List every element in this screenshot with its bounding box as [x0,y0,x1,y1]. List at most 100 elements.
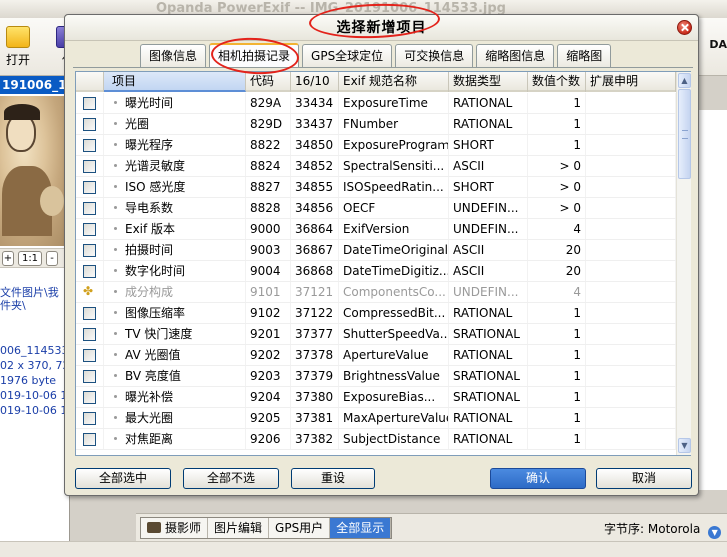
bullet-icon [114,122,117,125]
bullet-icon [114,269,117,272]
table-row[interactable]: Exif 版本 9000 36864 ExifVersion UNDEFIN... 4 [76,219,676,240]
tab-exchangeable-info[interactable]: 可交换信息 [395,44,474,68]
table-row[interactable]: 对焦距离 9206 37382 SubjectDistance RATIONAL 1 [76,429,676,450]
zoom-out-button[interactable]: - [46,251,58,266]
row-checkbox[interactable] [76,156,104,176]
ok-button[interactable]: 确认 [490,468,586,489]
table-row[interactable]: 图像压缩率 9102 37122 CompressedBit... RATIONAL 1 [76,303,676,324]
extension-cell [586,387,676,407]
table-row[interactable]: AV 光圈值 9202 37378 ApertureValue RATIONAL 1 [76,345,676,366]
row-checkbox[interactable] [76,345,104,365]
select-all-button[interactable]: 全部选中 [75,468,171,489]
scroll-down-icon[interactable]: ▼ [678,438,691,453]
table-row[interactable]: ISO 感光度 8827 34855 ISOSpeedRatin... SHORT > 0 [76,177,676,198]
table-row[interactable]: 光圈 829D 33437 FNumber RATIONAL 1 [76,114,676,135]
table-row[interactable]: 数字化时间 9004 36868 DateTimeDigitiz... ASCII 20 [76,261,676,282]
row-checkbox[interactable] [76,114,104,134]
byte-order-select[interactable]: 字节序: Motorola ▼ [604,520,722,539]
column-header-extension[interactable]: 扩展申明 [586,72,676,92]
checkbox[interactable] [83,265,96,278]
reset-button[interactable]: 重设 [291,468,375,489]
checkbox[interactable] [83,202,96,215]
image-thumbnail[interactable] [0,96,68,246]
code-cell: 9000 [246,219,291,239]
tab-thumbnail[interactable]: 缩略图 [557,44,612,68]
decimal-cell: 33434 [291,93,339,113]
checkbox[interactable] [83,328,96,341]
table-row[interactable]: 曝光补偿 9204 37380 ExposureBias... SRATIONAL 1 [76,387,676,408]
checkbox[interactable] [83,223,96,236]
item-name-cell: 数字化时间 [104,261,246,281]
scroll-thumb[interactable] [678,89,691,179]
file-size: 1976 byte [0,374,57,387]
checkbox[interactable] [83,139,96,152]
close-icon[interactable] [677,20,692,35]
checkbox[interactable] [83,118,96,131]
checkbox[interactable] [83,349,96,362]
zoom-ratio-button[interactable]: 1:1 [18,251,42,266]
item-name-text: Exif 版本 [125,222,176,236]
row-checkbox[interactable] [76,303,104,323]
data-type-cell: RATIONAL [449,345,528,365]
row-checkbox[interactable] [76,429,104,449]
row-checkbox[interactable] [76,324,104,344]
vertical-scrollbar[interactable]: ▲ ▼ [676,72,691,455]
bottom-tab-gps-user[interactable]: GPS用户 [269,518,331,538]
byte-order-value: Motorola [647,522,701,536]
row-checkbox[interactable] [76,240,104,260]
row-checkbox[interactable] [76,135,104,155]
table-row[interactable]: 拍摄时间 9003 36867 DateTimeOriginal ASCII 20 [76,240,676,261]
checkbox[interactable] [83,181,96,194]
count-cell: 1 [528,324,586,344]
row-checkbox[interactable] [76,366,104,386]
tab-camera-record[interactable]: 相机拍摄记录 [209,43,300,68]
bottom-tab-image-edit[interactable]: 图片编辑 [208,518,270,538]
column-header-decimal[interactable]: 16/10 [291,72,339,92]
bottom-tab-show-all[interactable]: 全部显示 [330,518,392,538]
checkbox[interactable] [83,433,96,446]
tab-gps[interactable]: GPS全球定位 [302,44,393,68]
row-checkbox[interactable] [76,387,104,407]
checkbox[interactable] [83,370,96,383]
table-row[interactable]: 曝光时间 829A 33434 ExposureTime RATIONAL 1 [76,93,676,114]
column-header-item[interactable]: 项目 [104,72,246,92]
row-checkbox[interactable] [76,408,104,428]
scroll-up-icon[interactable]: ▲ [678,73,691,88]
checkbox[interactable] [83,160,96,173]
select-none-button[interactable]: 全部不选 [183,468,279,489]
column-header-data-type[interactable]: 数据类型 [449,72,528,92]
table-row[interactable]: 导电系数 8828 34856 OECF UNDEFIN... > 0 [76,198,676,219]
bottom-tab-photographer[interactable]: 摄影师 [141,518,209,538]
table-row[interactable]: BV 亮度值 9203 37379 BrightnessValue SRATIONAL 1 [76,366,676,387]
row-checkbox[interactable]: ✤ [76,282,104,302]
checkbox[interactable] [83,307,96,320]
extension-cell [586,408,676,428]
item-name-cell: 曝光程序 [104,135,246,155]
tab-image-info[interactable]: 图像信息 [140,44,207,68]
item-name-cell: 曝光时间 [104,93,246,113]
cancel-button[interactable]: 取消 [596,468,692,489]
row-checkbox[interactable] [76,219,104,239]
column-header-exif-name[interactable]: Exif 规范名称 [339,72,449,92]
zoom-in-button[interactable]: + [2,251,14,266]
count-cell: 1 [528,366,586,386]
table-row[interactable]: 光谱灵敏度 8824 34852 SpectralSensiti... ASCII > 0 [76,156,676,177]
table-row[interactable]: 曝光程序 8822 34850 ExposurePrograｍ SHORT 1 [76,135,676,156]
checkbox[interactable] [83,244,96,257]
column-header-code[interactable]: 代码 [246,72,291,92]
table-row[interactable]: 最大光圈 9205 37381 MaxApertureValue RATIONAL 1 [76,408,676,429]
row-checkbox[interactable] [76,93,104,113]
checkbox[interactable] [83,391,96,404]
table-row[interactable]: ✤ 成分构成 9101 37121 ComponentsCo... UNDEFIN... 4 [76,282,676,303]
row-checkbox[interactable] [76,198,104,218]
column-header-check[interactable] [76,72,104,92]
column-header-count[interactable]: 数值个数 [528,72,586,92]
row-checkbox[interactable] [76,177,104,197]
tab-thumbnail-info[interactable]: 缩略图信息 [476,44,555,68]
table-row[interactable]: TV 快门速度 9201 37377 ShutterSpeedVa... SRATION… [76,324,676,345]
row-checkbox[interactable] [76,261,104,281]
table-header: 项目 代码 16/10 Exif 规范名称 数据类型 数值个数 扩展申明 [76,72,676,92]
checkbox[interactable] [83,412,96,425]
checkbox[interactable] [83,97,96,110]
open-button[interactable]: 打开 [0,26,36,68]
